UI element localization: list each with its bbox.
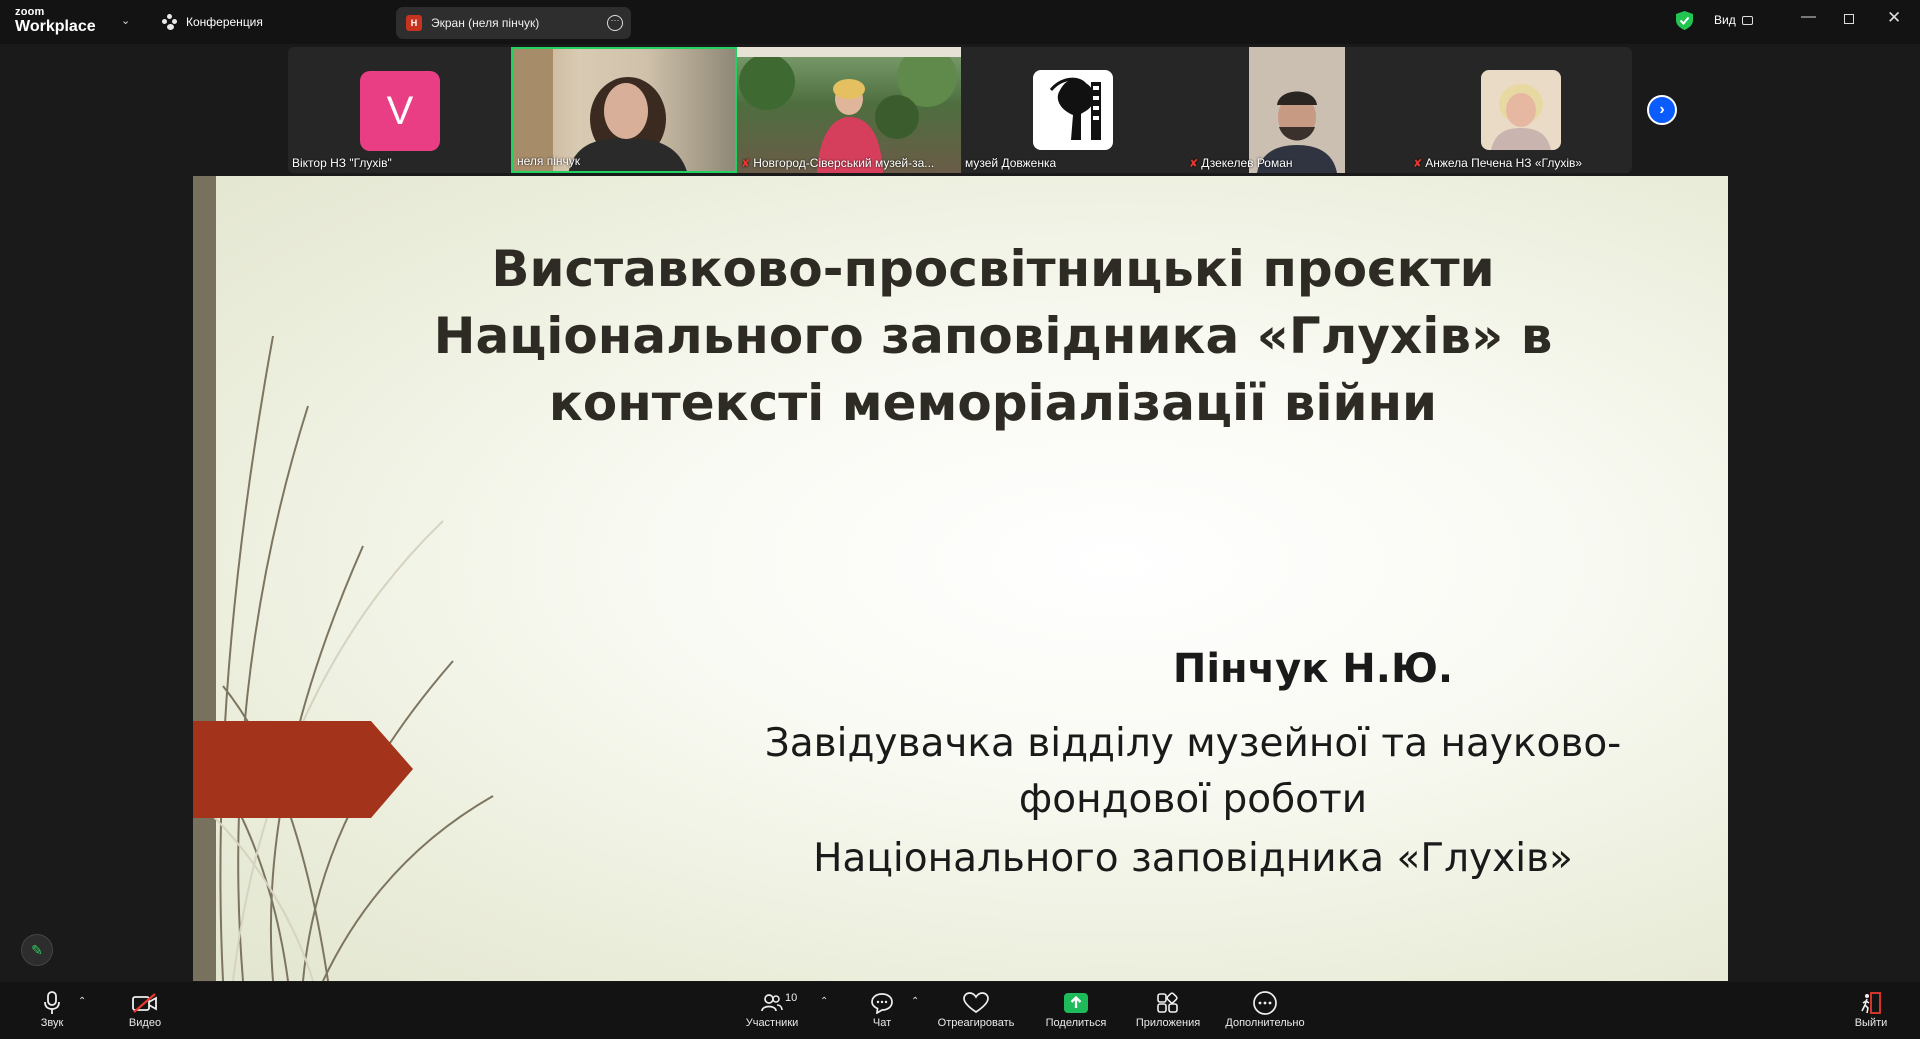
participants-button[interactable]: 10 Участники [727,990,817,1029]
video-feed [1249,47,1345,173]
close-icon[interactable]: ✕ [1887,8,1901,28]
slide-title-line: Виставково-просвітницькі проєкти [491,240,1495,298]
more-label: Дополнительно [1225,1017,1305,1029]
share-screen-icon [1064,993,1088,1013]
annotate-pencil-icon[interactable]: ✎ [21,934,53,966]
slide-title-line: контексті меморіалізації війни [548,374,1438,432]
muted-mic-icon: ✘ [1413,157,1423,170]
restore-icon[interactable] [1844,11,1854,28]
brand-top: zoom [15,6,45,18]
audio-label: Звук [40,1017,64,1029]
more-button[interactable]: Дополнительно [1220,990,1310,1029]
participants-count: 10 [785,992,798,1004]
conference-menu[interactable]: Конференция [162,14,263,30]
more-dots-icon [1253,991,1277,1015]
participant-tile-active[interactable]: неля пінчук [511,47,737,173]
react-label: Отреагировать [937,1017,1015,1029]
participant-name: ✘ Новгород-Сіверський музей-за... [741,156,935,170]
paw-icon [162,14,178,30]
meeting-toolbar: Звук ⌃ Видео 10 Участники ⌃ Чат ⌃ Отреаг… [0,982,1920,1039]
audio-options-caret[interactable]: ⌃ [78,996,86,1007]
slide-position-line: фондової роботи [1018,777,1368,822]
heart-react-icon [963,992,989,1014]
chat-options-caret[interactable]: ⌃ [911,996,919,1007]
participants-icon [761,994,783,1012]
leave-label: Выйти [1854,1017,1888,1029]
participant-tile[interactable]: музей Довженка [961,47,1185,173]
more-options-icon[interactable]: ··· [607,15,623,31]
conference-label: Конференция [186,15,263,29]
share-label: Поделиться [1045,1017,1107,1029]
security-shield-icon[interactable] [1676,11,1693,30]
apps-label: Приложения [1135,1017,1201,1029]
shared-screen-slide: Виставково-просвітницькі проєкти Націона… [193,176,1728,981]
video-button[interactable]: Видео [100,990,190,1029]
slide-author: Пінчук Н.Ю. [1172,646,1454,692]
participant-name: ✘ Дзекелев Роман [1189,156,1293,170]
slide-arrow-shape [193,721,413,818]
slide-institution: Національного заповідника «Глухів» [813,836,1573,881]
zoom-logo[interactable]: zoom Workplace [15,7,96,35]
participant-name: ✘ Анжела Печена НЗ «Глухів» [1413,156,1583,170]
participant-name: музей Довженка [965,156,1057,170]
slide-position-line: Завідувачка відділу музейної та науково- [764,721,1622,766]
apps-button[interactable]: Приложения [1123,990,1213,1029]
view-label: Вид [1714,13,1736,27]
participant-tile[interactable]: V Віктор НЗ "Глухів" [288,47,512,173]
microphone-icon [44,991,60,1014]
dovzhenko-logo [1033,70,1113,150]
grid-icon [1741,15,1753,25]
leave-door-icon [1861,992,1881,1014]
slide-title-line: Національного заповідника «Глухів» в [433,307,1553,365]
share-screen-button[interactable]: Поделиться [1031,990,1121,1029]
video-feed [737,47,961,173]
muted-mic-icon: ✘ [1189,157,1199,170]
video-label: Видео [128,1017,162,1029]
video-feed [1481,70,1561,150]
slide-title: Виставково-просвітницькі проєкти Націона… [353,236,1633,437]
participants-options-caret[interactable]: ⌃ [820,996,828,1007]
minimize-icon[interactable]: — [1801,8,1816,25]
participant-tile[interactable]: ✘ Анжела Печена НЗ «Глухів» [1409,47,1632,173]
apps-icon [1157,992,1178,1013]
sharer-badge: Н [406,15,422,31]
muted-mic-icon: ✘ [741,157,751,170]
chat-label: Чат [872,1017,892,1029]
participant-name: неля пінчук [517,154,581,168]
participant-name: Віктор НЗ "Глухів" [292,156,392,170]
top-bar: zoom Workplace ⌄ Конференция Н Экран (не… [0,0,1920,44]
participant-tile[interactable]: ✘ Дзекелев Роман [1185,47,1409,173]
participants-label: Участники [745,1017,799,1029]
slide-position: Завідувачка відділу музейної та науково-… [653,716,1728,828]
chevron-right-icon: › [1659,101,1665,118]
screen-tab-label: Экран (неля пінчук) [431,16,540,30]
participant-gallery: V Віктор НЗ "Глухів" неля пінчук ✘ Новгор… [288,47,1632,173]
chat-icon [871,993,893,1014]
brand-bottom: Workplace [15,18,96,35]
participant-tile[interactable]: ✘ Новгород-Сіверський музей-за... [737,47,961,173]
video-off-icon [132,993,157,1013]
view-menu[interactable]: Вид [1714,13,1753,27]
screen-share-tab[interactable]: Н Экран (неля пінчук) ··· [396,7,631,39]
avatar: V [360,71,440,151]
leave-button[interactable]: Выйти [1826,990,1916,1029]
react-button[interactable]: Отреагировать [931,990,1021,1029]
chevron-down-icon[interactable]: ⌄ [121,14,130,27]
next-page-button[interactable]: › [1647,95,1677,125]
